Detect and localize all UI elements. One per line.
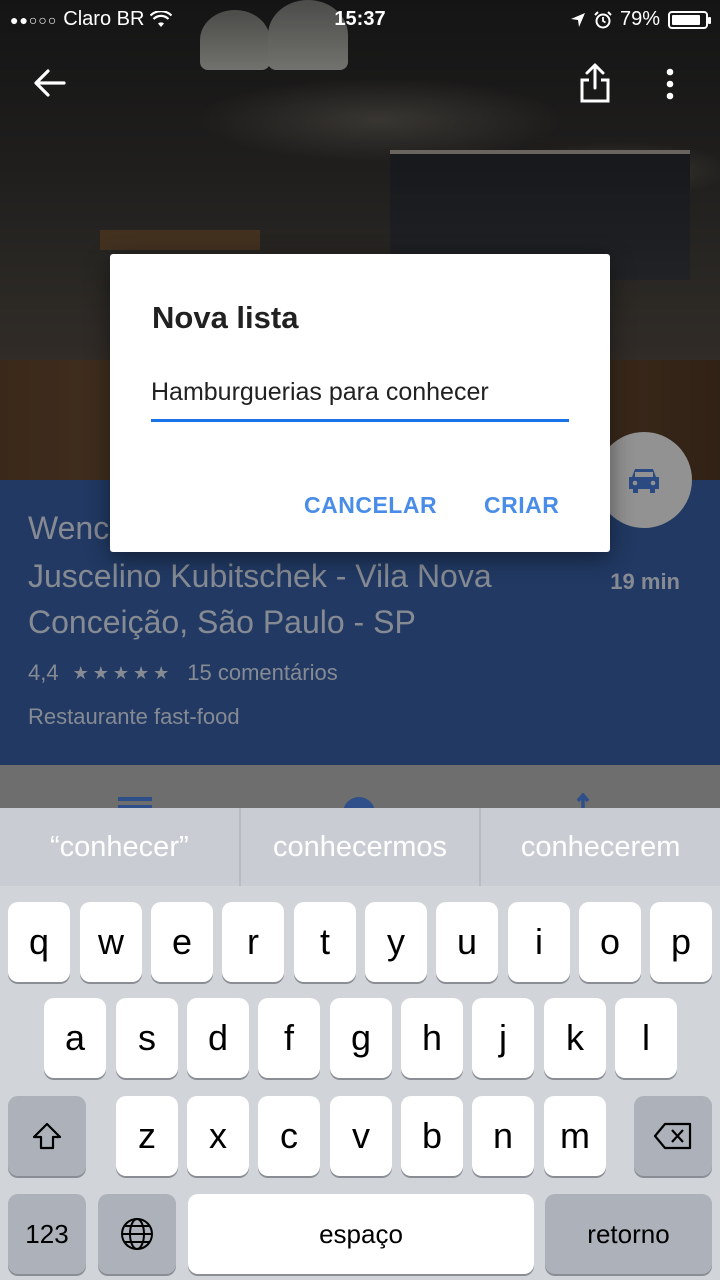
globe-key[interactable] [98,1194,176,1274]
more-options-icon[interactable] [664,68,676,100]
key-v[interactable]: v [330,1096,392,1176]
key-h[interactable]: h [401,998,463,1078]
key-a[interactable]: a [44,998,106,1078]
alarm-icon [594,10,612,28]
key-x[interactable]: x [187,1096,249,1176]
globe-icon [121,1218,153,1250]
key-z[interactable]: z [116,1096,178,1176]
key-e[interactable]: e [151,902,213,982]
key-l[interactable]: l [615,998,677,1078]
key-c[interactable]: c [258,1096,320,1176]
key-q[interactable]: q [8,902,70,982]
status-bar: ●●○○○ Claro BR 15:37 79% [0,0,720,40]
suggestion-item[interactable]: conhecermos [238,808,480,886]
key-k[interactable]: k [544,998,606,1078]
create-button[interactable]: CRIAR [484,492,559,519]
keyboard: “conhecer” conhecermos conhecerem q w e … [0,808,720,1280]
shift-icon [32,1122,62,1150]
suggestion-bar: “conhecer” conhecermos conhecerem [0,808,720,886]
key-f[interactable]: f [258,998,320,1078]
action-strip [0,765,720,813]
numbers-key[interactable]: 123 [8,1194,86,1274]
new-list-dialog: Nova lista CANCELAR CRIAR [110,254,610,552]
battery-percent: 79% [619,8,660,30]
key-t[interactable]: t [294,902,356,982]
key-m[interactable]: m [544,1096,606,1176]
space-key[interactable]: espaço [188,1194,534,1274]
back-arrow-icon[interactable] [32,68,66,98]
dialog-title: Nova lista [152,300,299,335]
key-j[interactable]: j [472,998,534,1078]
backspace-key[interactable] [634,1096,712,1176]
location-arrow-icon [570,12,585,27]
backspace-icon [653,1122,692,1150]
key-s[interactable]: s [116,998,178,1078]
directions-button[interactable] [596,432,692,528]
return-key[interactable]: retorno [545,1194,712,1274]
list-name-input[interactable] [151,372,569,422]
key-i[interactable]: i [508,902,570,982]
suggestion-item[interactable]: “conhecer” [0,808,239,886]
suggestion-item[interactable]: conhecerem [479,808,720,886]
key-y[interactable]: y [365,902,427,982]
key-d[interactable]: d [187,998,249,1078]
key-u[interactable]: u [436,902,498,982]
key-g[interactable]: g [330,998,392,1078]
battery-icon [668,10,711,29]
shift-key[interactable] [8,1096,86,1176]
key-p[interactable]: p [650,902,712,982]
key-b[interactable]: b [401,1096,463,1176]
key-o[interactable]: o [579,902,641,982]
key-n[interactable]: n [472,1096,534,1176]
key-r[interactable]: r [222,902,284,982]
share-icon[interactable] [578,62,612,104]
key-w[interactable]: w [80,902,142,982]
cancel-button[interactable]: CANCELAR [304,492,437,519]
